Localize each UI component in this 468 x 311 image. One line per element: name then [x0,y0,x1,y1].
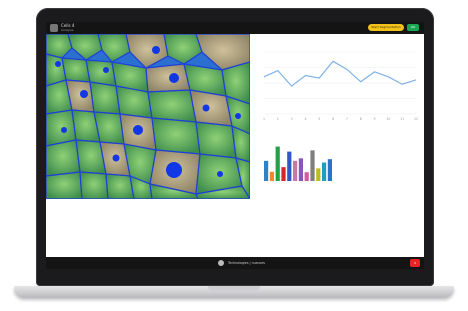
line-chart-grid [264,51,416,115]
footer-close-button[interactable]: X [410,259,420,267]
bar-i [310,150,315,181]
bar-a [264,160,269,181]
line-x-tick: 6 [332,117,334,121]
line-chart: 1 2 3 4 5 6 7 8 9 10 11 12 [263,51,418,121]
cell-segmentation-image [46,34,250,199]
secondary-action-button[interactable]: OK [407,24,419,31]
primary-action-button[interactable]: Start Segmentation [368,24,404,31]
bar-f [293,160,298,181]
top-toolbar: Cells 4 Analysis Start Segmentation OK [46,22,424,34]
footer-label: Technologies | nuances [228,261,265,265]
line-x-tick: 2 [277,117,279,121]
bar-c [275,146,280,181]
bar-k [322,162,327,181]
line-x-tick: 4 [304,117,306,121]
laptop-notch [208,286,260,291]
bar-h [304,172,309,181]
line-chart-x-ticks: 1 2 3 4 5 6 7 8 9 10 11 12 [263,117,418,121]
line-series [263,60,417,87]
app-footer: Technologies | nuances X [46,257,424,269]
line-x-tick: 12 [414,117,418,121]
bar-d [281,167,286,181]
bar-g [298,158,303,181]
line-x-tick: 8 [360,117,362,121]
footer-logo-icon [218,260,224,266]
line-x-tick: 5 [318,117,320,121]
laptop-mockup: Cells 4 Analysis Start Segmentation OK 1… [0,0,468,311]
line-x-tick: 1 [263,117,265,121]
line-x-tick: 7 [346,117,348,121]
bar-e [287,151,292,181]
bar-j [316,168,321,181]
line-x-tick: 11 [400,117,404,121]
charts-panel: 1 2 3 4 5 6 7 8 9 10 11 12 [263,51,418,181]
line-x-tick: 9 [374,117,376,121]
app-subtitle: Analysis [61,28,74,32]
app-logo-icon [50,24,58,32]
bar-l [327,159,332,181]
bar-b [269,171,274,181]
line-x-tick: 10 [386,117,390,121]
line-x-tick: 3 [291,117,293,121]
app-screen: Cells 4 Analysis Start Segmentation OK 1… [46,22,424,269]
bar-chart [264,146,332,181]
